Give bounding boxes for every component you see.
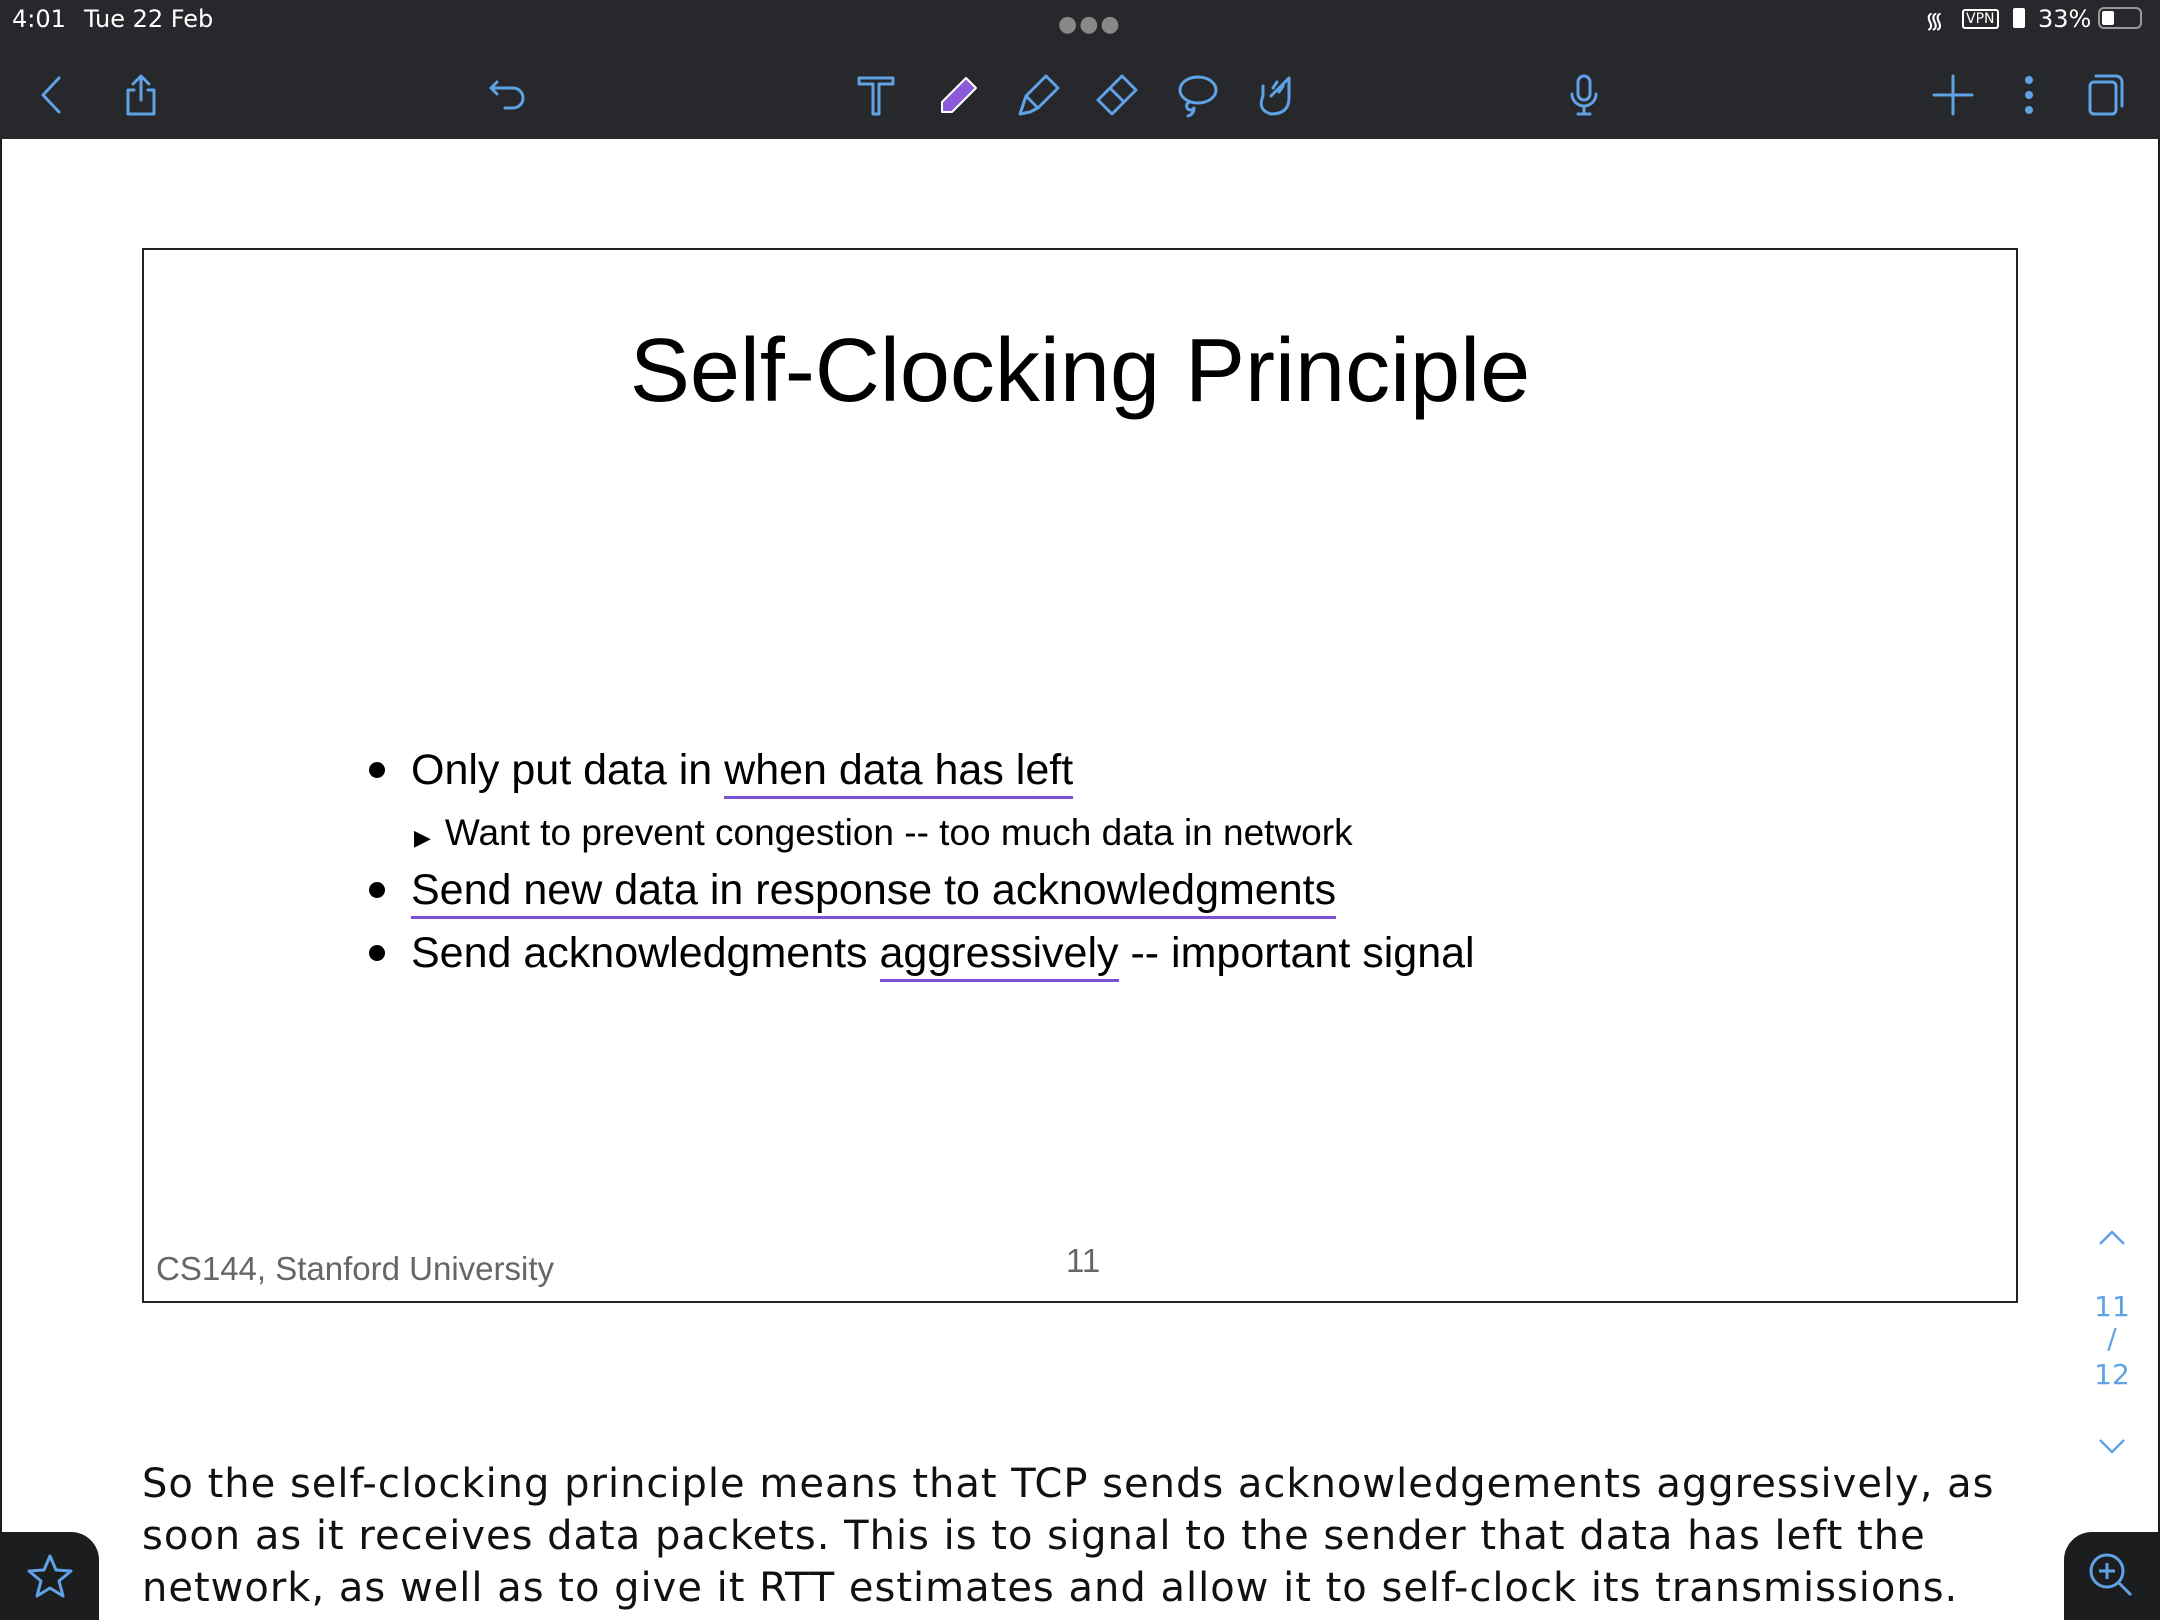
chevron-up-icon — [2099, 1230, 2125, 1245]
battery-percent: 33% — [2038, 5, 2092, 33]
battery-icon — [2098, 7, 2142, 29]
hand-icon — [1259, 76, 1291, 116]
status-time: 4:01 — [12, 5, 66, 33]
pen-tool-button[interactable] — [934, 70, 984, 120]
bullet-dot — [369, 882, 385, 898]
zoom-button[interactable] — [2064, 1532, 2160, 1620]
hand-tool-button[interactable] — [1249, 70, 1299, 120]
lasso-icon — [1178, 75, 1218, 118]
add-page-button[interactable] — [1928, 70, 1978, 120]
bullet-1: Only put data in when data has left — [411, 746, 1074, 799]
slide: Self-Clocking Principle Only put data in… — [142, 248, 2018, 1303]
highlighter-icon — [1018, 74, 1060, 116]
multitask-dots-icon[interactable]: ●●● — [1058, 12, 1122, 37]
sub-bullet-1: ▶ Want to prevent congestion -- too much … — [414, 812, 1353, 853]
bullet-2: Send new data in response to acknowledgm… — [411, 866, 1337, 919]
slide-title: Self-Clocking Principle — [629, 321, 1531, 421]
undo-icon — [489, 80, 525, 110]
back-button[interactable] — [27, 70, 77, 120]
next-page-button[interactable] — [2092, 1430, 2132, 1463]
eraser-tool-button[interactable] — [1092, 70, 1142, 120]
status-date: Tue 22 Feb — [84, 5, 214, 33]
back-icon — [41, 76, 61, 114]
share-icon — [126, 74, 156, 116]
highlighter-tool-button[interactable] — [1014, 70, 1064, 120]
more-button[interactable] — [2004, 70, 2054, 120]
prev-page-button[interactable] — [2092, 1222, 2132, 1255]
wifi-icon: ᯾ — [1925, 9, 1944, 34]
top-bar: 4:01 Tue 22 Feb ●●● ᯾ VPN 33% — [0, 0, 2160, 139]
slide-page-number: 11 — [1066, 1242, 1101, 1279]
more-icon — [2025, 76, 2033, 114]
add-icon — [1932, 74, 1974, 116]
lock-icon — [2013, 8, 2025, 28]
vpn-badge: VPN — [1962, 9, 1999, 29]
text-tool-button[interactable] — [851, 70, 901, 120]
text-tool-icon — [857, 76, 895, 116]
pages-button[interactable] — [2080, 70, 2130, 120]
pen-icon — [941, 77, 977, 113]
bullet-dot — [369, 945, 385, 961]
notes-text: So the self-clocking principle means tha… — [142, 1461, 1995, 1611]
page-separator: / — [2107, 1322, 2117, 1355]
lasso-tool-button[interactable] — [1172, 70, 1222, 120]
favorite-button[interactable] — [0, 1532, 99, 1620]
pages-icon — [2088, 74, 2124, 116]
total-pages: 12 — [2094, 1358, 2130, 1391]
microphone-button[interactable] — [1559, 70, 1609, 120]
left-edge — [0, 139, 2, 1620]
share-button[interactable] — [116, 70, 166, 120]
triangle-bullet-icon: ▶ — [414, 825, 431, 850]
eraser-icon — [1096, 74, 1138, 116]
microphone-icon — [1570, 74, 1598, 116]
bullet-dot — [369, 762, 385, 778]
current-page: 11 — [2094, 1290, 2130, 1323]
undo-button[interactable] — [483, 70, 533, 120]
slide-footer: CS144, Stanford University — [156, 1250, 555, 1287]
zoom-in-icon — [2089, 1553, 2133, 1597]
chevron-down-icon — [2099, 1439, 2125, 1454]
star-icon — [27, 1554, 72, 1598]
bullet-3: Send acknowledgments aggressively -- imp… — [411, 929, 1475, 982]
